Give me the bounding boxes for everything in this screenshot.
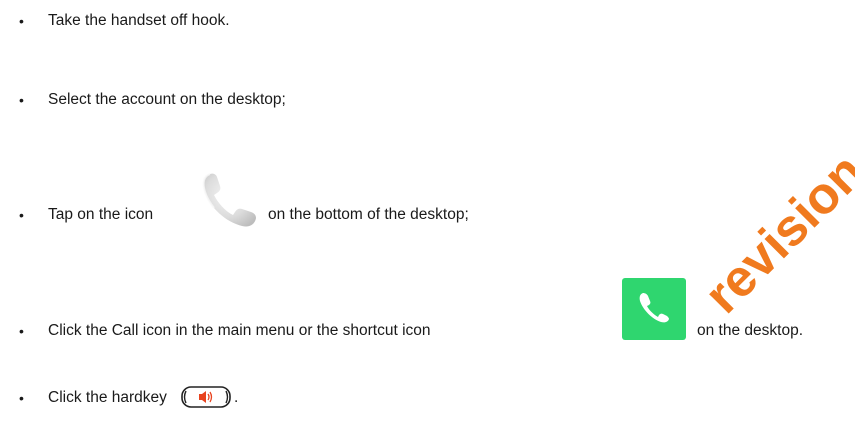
item-text-after: on the bottom of the desktop; (268, 206, 469, 223)
list-item: • Click the hardkey . (0, 383, 855, 413)
bullet: • (19, 13, 24, 29)
call-app-icon (622, 278, 686, 340)
item-text-after: on the desktop. (697, 322, 803, 339)
item-text-before: Tap on the icon (48, 206, 154, 223)
speaker-hardkey-icon (180, 385, 232, 409)
list-item: • Select the account on the desktop; (0, 85, 855, 115)
list-item: • Click the Call icon in the main menu o… (0, 278, 855, 346)
bullet: • (19, 390, 24, 406)
bullet: • (19, 323, 24, 339)
bullet: • (19, 92, 24, 108)
list-item: • Tap on the icon on the bottom of the d… (0, 173, 855, 230)
bullet: • (19, 207, 24, 223)
phone-handset-icon (196, 170, 258, 228)
item-text: Select the account on the desktop; (48, 91, 286, 108)
item-text-before: Click the hardkey (48, 389, 167, 406)
item-text-before: Click the Call icon in the main menu or … (48, 322, 431, 339)
item-text: Take the handset off hook. (48, 12, 230, 29)
item-text-after: . (234, 389, 239, 406)
list-item: • Take the handset off hook. (0, 6, 855, 36)
watermark: revision (693, 142, 855, 325)
